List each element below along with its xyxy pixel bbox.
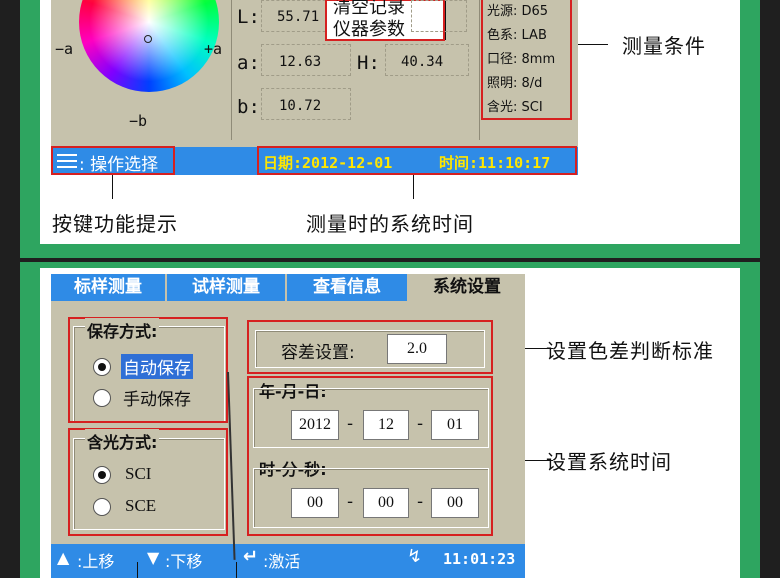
hint-up: :上移 bbox=[77, 552, 115, 571]
annotation-key-hints: 按键功能提示 bbox=[52, 212, 178, 236]
save-auto-radio[interactable] bbox=[93, 358, 111, 376]
color-wheel bbox=[79, 0, 219, 92]
key-status-icon: ↯ bbox=[407, 546, 423, 567]
status-time: 时间:11:10:17 bbox=[439, 154, 551, 172]
day-input[interactable]: 01 bbox=[431, 410, 479, 440]
gloss-sci-label[interactable]: SCI bbox=[125, 464, 151, 484]
annotation-measure-time: 测量时的系统时间 bbox=[306, 212, 474, 236]
condition-specular: 含光: SCI bbox=[487, 100, 543, 115]
save-manual-label[interactable]: 手动保存 bbox=[123, 385, 191, 410]
hint-down: :下移 bbox=[165, 552, 203, 571]
measure-screen: −a +a −b L: 55.71 清空记录 仪器参数 a: 12.63 H: … bbox=[51, 0, 578, 175]
tolerance-input[interactable]: 2.0 bbox=[387, 334, 447, 364]
up-arrow-icon: ▲ bbox=[57, 548, 70, 567]
a-value: 12.63 bbox=[279, 54, 322, 70]
annotation-measure-conditions: 测量条件 bbox=[622, 34, 706, 58]
b-label: b: bbox=[237, 96, 260, 118]
hour-input[interactable]: 00 bbox=[291, 488, 339, 518]
menu-icon bbox=[57, 154, 77, 168]
annotation-system-time: 设置系统时间 bbox=[546, 450, 672, 474]
axis-neg-b: −b bbox=[129, 112, 148, 130]
condition-illuminant: 光源: D65 bbox=[487, 4, 549, 19]
b-value: 10.72 bbox=[279, 98, 322, 114]
keys-leader bbox=[112, 175, 113, 199]
condition-illumination: 照明: 8/d bbox=[487, 76, 543, 91]
condition-color-space: 色系: LAB bbox=[487, 28, 547, 43]
save-mode-title: 保存方式: bbox=[85, 318, 160, 342]
gloss-sce-radio[interactable] bbox=[93, 498, 111, 516]
axis-pos-a: +a bbox=[204, 40, 223, 58]
minute-input[interactable]: 00 bbox=[363, 488, 409, 518]
down-arrow-icon: ▼ bbox=[147, 548, 160, 567]
annotation-tolerance: 设置色差判断标准 bbox=[546, 339, 714, 363]
H-value: 40.34 bbox=[401, 54, 444, 70]
screen-divider bbox=[231, 0, 232, 140]
enter-icon: ↵ bbox=[243, 546, 259, 567]
date-dash-1: - bbox=[347, 414, 354, 434]
year-input[interactable]: 2012 bbox=[291, 410, 339, 440]
date-dash-2: - bbox=[417, 414, 424, 434]
gloss-mode-title: 含光方式: bbox=[85, 429, 160, 453]
a-label: a: bbox=[237, 52, 260, 74]
menu-item-instrument-params[interactable]: 仪器参数 bbox=[333, 15, 405, 41]
wheel-center-marker bbox=[144, 35, 152, 43]
save-auto-label[interactable]: 自动保存 bbox=[121, 354, 193, 379]
condition-aperture: 口径: 8mm bbox=[487, 52, 556, 67]
L-label: L: bbox=[237, 6, 260, 28]
L-right-box bbox=[411, 0, 467, 32]
conditions-leader bbox=[578, 44, 608, 45]
settings-screen: 标样测量 试样测量 查看信息 系统设置 保存方式: 自动保存 手动保存 含光方式… bbox=[51, 274, 525, 578]
conditions-divider bbox=[479, 0, 480, 140]
save-manual-radio[interactable] bbox=[93, 389, 111, 407]
save-gloss-leader bbox=[137, 562, 138, 578]
tab-view-info[interactable]: 查看信息 bbox=[287, 274, 407, 301]
tab-standard-measure[interactable]: 标样测量 bbox=[51, 274, 165, 301]
status-key-hint: : 操作选择 bbox=[79, 155, 159, 175]
H-label: H: bbox=[357, 52, 380, 74]
L-value: 55.71 bbox=[277, 9, 320, 25]
time-leader bbox=[413, 175, 414, 199]
tolerance-label: 容差设置: bbox=[281, 343, 355, 363]
tab-sample-measure[interactable]: 试样测量 bbox=[167, 274, 285, 301]
month-input[interactable]: 12 bbox=[363, 410, 409, 440]
settings-clock: 11:01:23 bbox=[443, 550, 516, 568]
tab-system-settings[interactable]: 系统设置 bbox=[409, 274, 525, 301]
axis-neg-a: −a bbox=[55, 40, 74, 58]
second-input[interactable]: 00 bbox=[431, 488, 479, 518]
hint-leader bbox=[236, 562, 237, 578]
gloss-sce-label[interactable]: SCE bbox=[125, 496, 156, 516]
time-dash-2: - bbox=[417, 492, 424, 512]
time-dash-1: - bbox=[347, 492, 354, 512]
gloss-sci-radio[interactable] bbox=[93, 466, 111, 484]
hint-enter: :激活 bbox=[263, 552, 301, 571]
status-date: 日期:2012-12-01 bbox=[263, 154, 393, 172]
